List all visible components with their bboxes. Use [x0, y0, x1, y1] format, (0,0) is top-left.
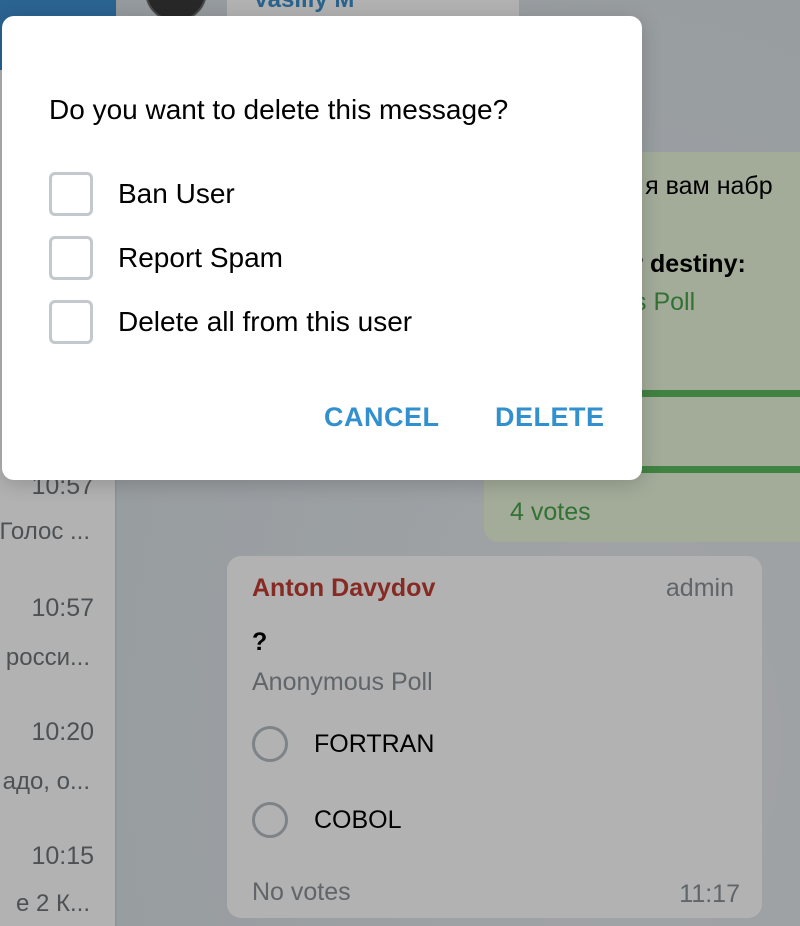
cancel-button[interactable]: CANCEL	[324, 402, 440, 433]
delete-all-checkbox[interactable]	[49, 300, 93, 344]
delete-all-option[interactable]: Delete all from this user	[49, 300, 412, 344]
dialog-title: Do you want to delete this message?	[49, 94, 509, 125]
report-spam-label[interactable]: Report Spam	[118, 242, 283, 274]
ban-user-checkbox[interactable]	[49, 172, 93, 216]
delete-button[interactable]: DELETE	[495, 402, 605, 433]
ban-user-option[interactable]: Ban User	[49, 172, 235, 216]
delete-all-label[interactable]: Delete all from this user	[118, 306, 412, 338]
report-spam-option[interactable]: Report Spam	[49, 236, 283, 280]
report-spam-checkbox[interactable]	[49, 236, 93, 280]
delete-message-dialog: Do you want to delete this message? Ban …	[2, 16, 642, 480]
ban-user-label[interactable]: Ban User	[118, 178, 235, 210]
